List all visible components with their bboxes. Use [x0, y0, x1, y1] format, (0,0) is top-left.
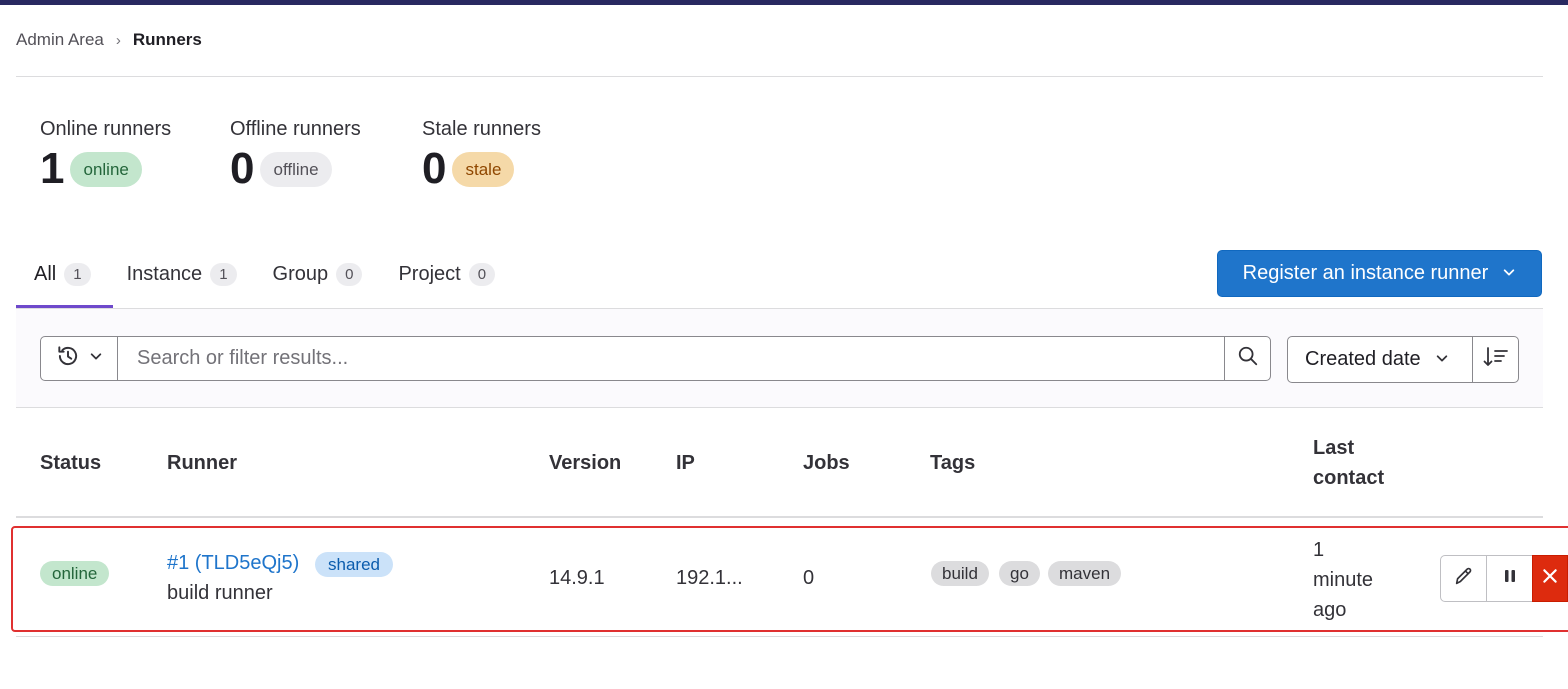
stat-label: Stale runners: [422, 118, 541, 140]
tab-label: All: [34, 262, 57, 285]
sort-label: Created date: [1305, 348, 1421, 370]
search-icon: [1237, 345, 1259, 372]
status-badge: online: [40, 561, 110, 586]
stat-offline-runners: Offline runners 0 offline: [230, 118, 361, 195]
breadcrumb-current: Runners: [132, 30, 202, 49]
last-contact: 1 minute ago: [1313, 535, 1373, 625]
sort-descending-icon: [1483, 346, 1509, 373]
table-row-divider: [16, 636, 1543, 637]
tab-count-badge: 0: [468, 262, 496, 286]
breadcrumb-separator-icon: ›: [115, 31, 121, 49]
recent-searches-button[interactable]: [40, 336, 118, 381]
tab-label: Group: [272, 262, 329, 285]
status-badge-offline: offline: [260, 151, 332, 187]
stat-online-runners: Online runners 1 online: [40, 118, 171, 195]
runner-type-badge: shared: [315, 552, 393, 577]
status-badge-stale: stale: [452, 151, 515, 187]
search-input[interactable]: Search or filter results...: [117, 336, 1225, 381]
column-header-status: Status: [40, 452, 102, 474]
tab-all[interactable]: All 1: [16, 250, 109, 298]
history-icon: [55, 343, 81, 374]
column-header-version: Version: [549, 452, 622, 474]
sort-by-dropdown[interactable]: Created date: [1287, 336, 1473, 383]
column-header-line: contact: [1313, 467, 1385, 489]
pause-icon: [1502, 568, 1518, 589]
last-contact-line: ago: [1313, 599, 1347, 621]
last-contact-line: minute: [1313, 569, 1374, 591]
tab-count-badge: 1: [64, 262, 91, 286]
register-instance-runner-button[interactable]: Register an instance runner: [1217, 250, 1542, 297]
last-contact-line: 1: [1313, 539, 1325, 561]
tab-label: Project: [398, 262, 461, 285]
pause-runner-button[interactable]: [1486, 555, 1533, 602]
tab-group[interactable]: Group 0: [255, 250, 381, 298]
column-header-runner: Runner: [167, 452, 237, 474]
tag-badge: maven: [1048, 561, 1122, 586]
column-header-line: Last: [1313, 437, 1355, 459]
tab-count-badge: 0: [336, 262, 363, 286]
runner-ip: 192.1...: [676, 567, 743, 589]
sort-direction-button[interactable]: [1472, 336, 1519, 383]
status-badge-online: online: [70, 151, 142, 187]
pencil-icon: [1453, 565, 1475, 592]
runner-link[interactable]: #1 (TLD5eQj5): [167, 552, 299, 575]
runner-version: 14.9.1: [549, 567, 605, 589]
runner-jobs-count: 0: [803, 567, 815, 589]
chevron-down-icon: [1502, 262, 1516, 285]
column-header-last-contact: Last contact: [1313, 433, 1384, 493]
edit-runner-button[interactable]: [1440, 555, 1487, 602]
stat-label: Online runners: [40, 118, 172, 140]
register-button-label: Register an instance runner: [1242, 262, 1489, 284]
tab-instance[interactable]: Instance 1: [109, 250, 255, 298]
stat-label: Offline runners: [230, 118, 361, 140]
tag-badge: build: [931, 561, 989, 586]
stat-stale-runners: Stale runners 0 stale: [422, 118, 541, 195]
breadcrumb: Admin Area › Runners: [16, 30, 202, 50]
filter-bar: Search or filter results... Created date: [16, 309, 1543, 408]
header-divider: [16, 76, 1543, 77]
stat-count: 1: [40, 144, 65, 193]
column-header-tags: Tags: [930, 452, 976, 474]
chevron-down-icon: [1435, 348, 1449, 371]
runner-description: build runner: [167, 582, 273, 604]
chevron-down-icon: [89, 349, 103, 368]
column-header-jobs: Jobs: [803, 452, 850, 474]
stat-count: 0: [422, 144, 447, 193]
tag-badge: go: [999, 561, 1040, 586]
delete-runner-button[interactable]: [1532, 555, 1568, 602]
tab-count-badge: 1: [210, 262, 237, 286]
column-header-ip: IP: [676, 452, 695, 474]
table-header-divider: [16, 516, 1543, 518]
search-button[interactable]: [1224, 336, 1271, 381]
top-bar: [0, 0, 1568, 5]
breadcrumb-admin-area[interactable]: Admin Area: [16, 30, 104, 50]
close-icon: [1541, 567, 1559, 590]
tab-label: Instance: [126, 262, 203, 285]
stat-count: 0: [230, 144, 255, 193]
runner-type-tabs: All 1 Instance 1 Group 0 Project 0: [16, 250, 513, 308]
tab-project[interactable]: Project 0: [380, 250, 513, 298]
